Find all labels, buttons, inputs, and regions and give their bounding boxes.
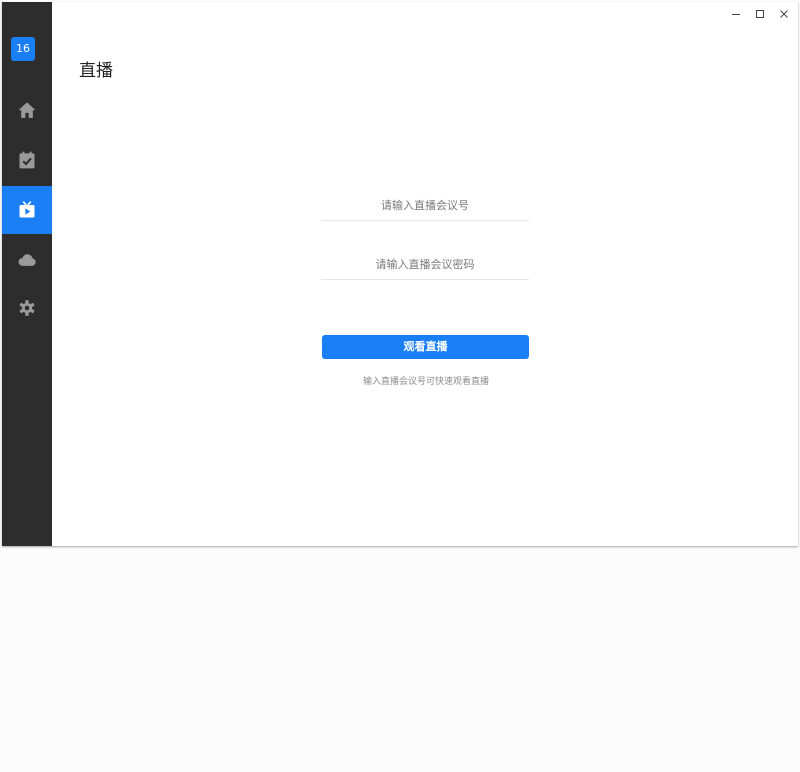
meeting-password-input[interactable] [321, 249, 529, 280]
sidebar-item-calendar[interactable] [2, 136, 52, 184]
maximize-icon [756, 10, 764, 18]
main-panel: 直播 观看直播 输入直播会议号可快速观看直播 [52, 2, 798, 546]
meeting-id-input[interactable] [321, 190, 529, 221]
gear-icon [19, 300, 35, 316]
cloud-icon [18, 254, 36, 266]
tv-play-icon [19, 201, 35, 218]
hint-text: 输入直播会议号可快速观看直播 [362, 377, 489, 387]
avatar[interactable]: 16 [11, 37, 35, 61]
sidebar-item-settings[interactable] [2, 284, 52, 332]
minimize-icon [732, 14, 740, 15]
page-title: 直播 [79, 61, 113, 81]
watch-live-button[interactable]: 观看直播 [322, 335, 529, 359]
calendar-check-icon [19, 151, 35, 169]
close-icon [780, 10, 788, 18]
app-window: 16 直播 请输入直播会议号 观看直播 输入直播会议号可快速观看直播 [2, 2, 798, 546]
minimize-button[interactable] [726, 4, 746, 24]
home-icon [18, 102, 36, 118]
sidebar: 16 [2, 2, 52, 546]
sidebar-item-live[interactable] [2, 186, 52, 234]
sidebar-item-home[interactable] [2, 86, 52, 134]
maximize-button[interactable] [750, 4, 770, 24]
sidebar-item-cloud[interactable] [2, 236, 52, 284]
close-button[interactable] [774, 4, 794, 24]
